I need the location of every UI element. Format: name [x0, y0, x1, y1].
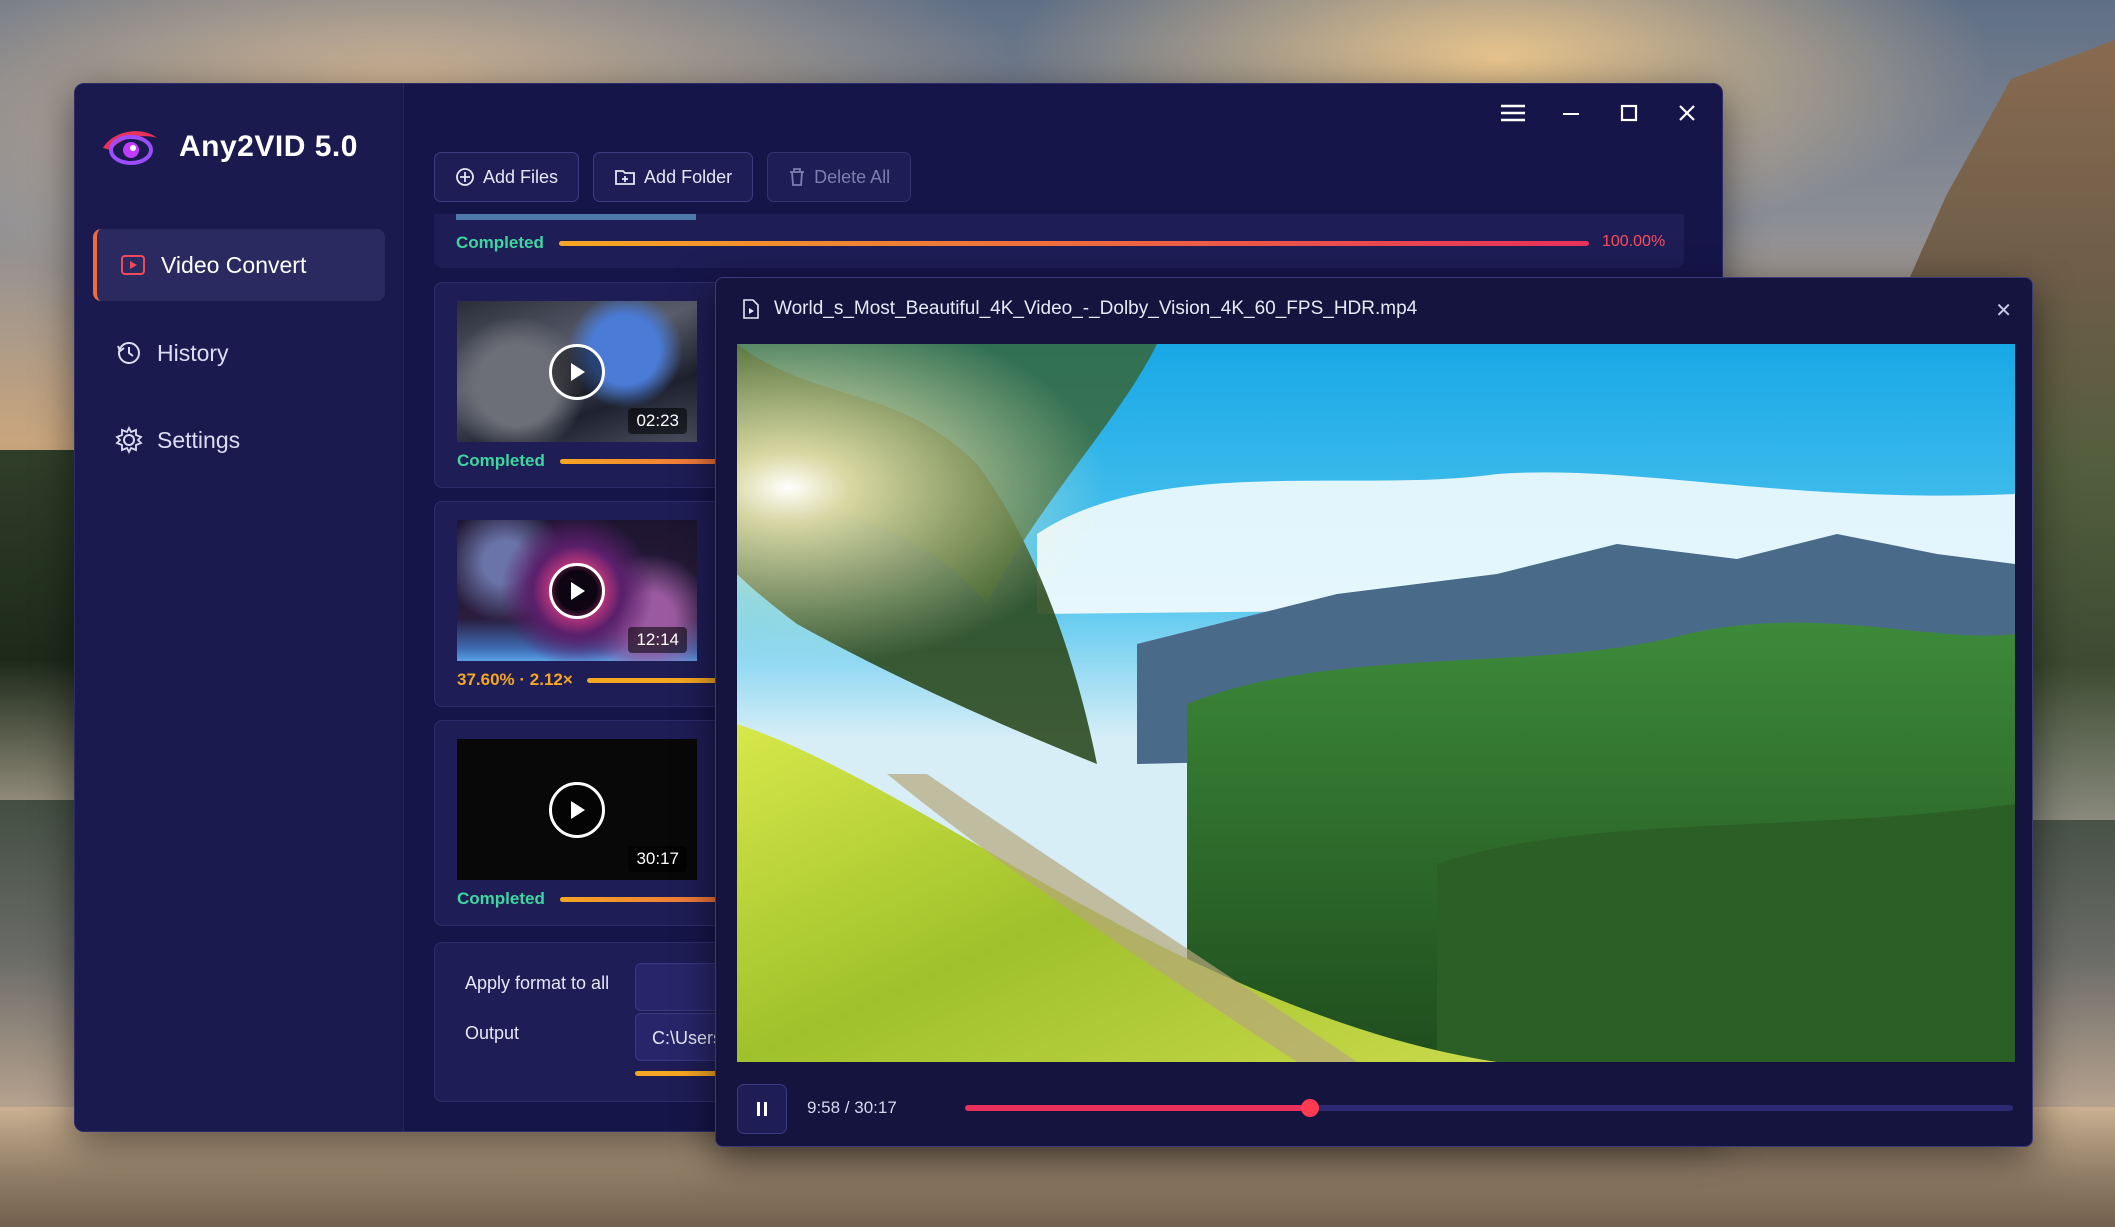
- pause-button[interactable]: [737, 1084, 787, 1134]
- video-landscape-image: [737, 344, 2015, 1062]
- desktop-wallpaper-forest: [0, 450, 80, 800]
- duration-badge: 02:23: [628, 408, 687, 434]
- apply-format-label: Apply format to all: [465, 973, 610, 993]
- toolbar: Add Files Add Folder Delete All: [434, 152, 912, 202]
- thumbnail[interactable]: 12:14: [457, 520, 697, 661]
- close-icon[interactable]: [1672, 98, 1702, 128]
- delete-all-label: Delete All: [814, 166, 891, 187]
- task-status: Completed: [456, 233, 544, 252]
- sidebar-item-label: History: [157, 339, 229, 366]
- output-label: Output: [465, 1023, 520, 1043]
- video-convert-icon: [119, 251, 147, 279]
- settings-icon: [115, 426, 143, 454]
- preview-filename: World_s_Most_Beautiful_4K_Video_-_Dolby_…: [774, 298, 1418, 319]
- sidebar-item-label: Video Convert: [161, 251, 307, 278]
- seek-handle[interactable]: [1300, 1099, 1319, 1117]
- seek-bar[interactable]: [965, 1099, 2013, 1117]
- history-icon: [115, 339, 143, 367]
- task-status: 37.60% · 2.12×: [457, 670, 573, 689]
- add-files-button[interactable]: Add Files: [434, 152, 580, 202]
- thumbnail[interactable]: 02:23: [457, 301, 697, 442]
- app-logo-icon: [103, 131, 157, 165]
- add-files-label: Add Files: [483, 166, 559, 187]
- task-progress-percent: 100.00%: [1602, 233, 1666, 250]
- seek-progress: [965, 1105, 1310, 1111]
- maximize-icon[interactable]: [1614, 98, 1644, 128]
- add-folder-button[interactable]: Add Folder: [593, 152, 754, 202]
- delete-all-button[interactable]: Delete All: [767, 152, 912, 202]
- add-folder-icon: [615, 170, 635, 185]
- play-icon[interactable]: [549, 562, 605, 619]
- task-status: Completed: [457, 889, 545, 908]
- file-icon: [743, 299, 759, 319]
- playback-time: 9:58 / 30:17: [807, 1098, 897, 1117]
- add-circle-icon: [456, 168, 474, 186]
- sidebar-item-label: Settings: [157, 426, 241, 453]
- add-folder-label: Add Folder: [644, 166, 733, 187]
- minimize-icon[interactable]: [1556, 98, 1586, 128]
- player-controls: 9:58 / 30:17: [737, 1084, 2015, 1134]
- menu-icon[interactable]: [1498, 98, 1528, 128]
- thumbnail: [456, 214, 696, 220]
- pause-icon: [757, 1102, 767, 1116]
- duration-badge: 30:17: [628, 846, 687, 872]
- play-icon[interactable]: [549, 781, 605, 838]
- sidebar-item-settings[interactable]: Settings: [93, 404, 385, 476]
- sidebar-item-video-convert[interactable]: Video Convert: [93, 229, 385, 301]
- task-item: Completed 100.00%: [434, 214, 1684, 268]
- app-title: Any2VID 5.0: [179, 130, 358, 163]
- duration-badge: 12:14: [628, 627, 687, 653]
- video-frame[interactable]: [737, 344, 2015, 1062]
- task-status: Completed: [457, 451, 545, 470]
- window-controls: [1498, 98, 1702, 128]
- task-progress-bar: [559, 241, 1589, 246]
- brand: Any2VID 5.0: [99, 124, 358, 170]
- trash-icon: [790, 168, 805, 186]
- preview-close-icon[interactable]: ✕: [1995, 298, 2012, 323]
- video-preview-window: World_s_Most_Beautiful_4K_Video_-_Dolby_…: [715, 277, 2033, 1147]
- sidebar-item-history[interactable]: History: [93, 317, 385, 389]
- preview-title: World_s_Most_Beautiful_4K_Video_-_Dolby_…: [742, 298, 1417, 320]
- sidebar: Any2VID 5.0 Video Convert History Settin…: [75, 84, 404, 1131]
- play-icon[interactable]: [549, 343, 605, 400]
- thumbnail[interactable]: 30:17: [457, 739, 697, 880]
